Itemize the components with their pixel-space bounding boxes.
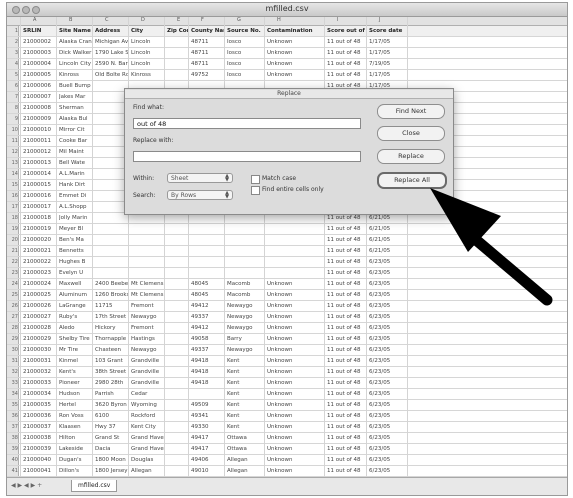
pointer-arrow-annotation bbox=[430, 188, 553, 306]
arrow-icon bbox=[430, 188, 553, 306]
